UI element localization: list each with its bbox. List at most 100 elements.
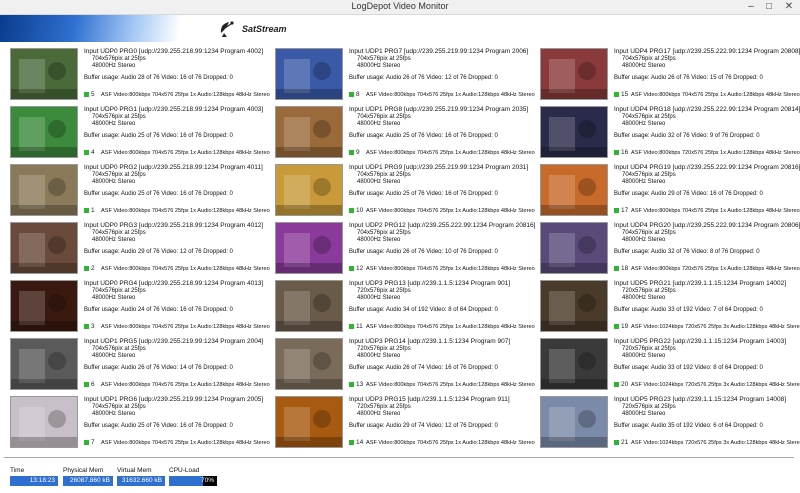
stream-thumbnail[interactable] <box>275 338 343 390</box>
stream-thumbnail[interactable] <box>275 106 343 158</box>
stream-audio: 48000Hz Stereo <box>92 63 136 69</box>
stream-status-line: 4 ASF Video:800kbps 704x576 25fps 1x Audi… <box>84 149 270 157</box>
stream-info: Input UDP4 PRG20 [udp://239.255.222.99:1… <box>614 222 800 256</box>
stream-thumbnail[interactable] <box>275 222 343 274</box>
stream-format: ASF Video:1024kbps 720x576 25fps 3x Audi… <box>631 324 800 330</box>
status-ok-icon <box>349 440 354 446</box>
stream-thumbnail[interactable] <box>10 280 78 332</box>
stream-info: Input UDP2 PRG12 [udp://239.255.222.99:1… <box>349 222 539 256</box>
status-ok-icon <box>349 208 354 214</box>
stream-audio: 48000Hz Stereo <box>622 411 666 417</box>
stream-number: 17 <box>621 207 629 214</box>
maximize-button[interactable]: □ <box>760 0 778 13</box>
stream-resolution: 704x576pix at 25fps <box>92 56 146 62</box>
stream-status-line: 6 ASF Video:800kbps 704x576 25fps 1x Audi… <box>84 381 270 389</box>
stream-audio: 48000Hz Stereo <box>92 295 136 301</box>
stream-panel[interactable]: Input UDP3 PRG14 [udp://239.1.1.5:1234 P… <box>275 338 537 396</box>
stream-number: 4 <box>91 149 95 156</box>
stream-buffer: Buffer usage: Audio 35 of 192 Video: 6 o… <box>614 423 763 429</box>
video-frame-icon <box>276 339 342 389</box>
stream-thumbnail[interactable] <box>275 280 343 332</box>
video-frame-icon <box>541 107 607 157</box>
stream-panel[interactable]: Input UDP5 PRG21 [udp://239.1.1.15:1234 … <box>540 280 800 338</box>
stream-thumbnail[interactable] <box>10 396 78 448</box>
stream-format: ASF Video:800kbps 704x576 25fps 1x Audio… <box>101 440 270 446</box>
stream-number: 8 <box>356 91 360 98</box>
video-frame-icon <box>541 339 607 389</box>
stream-panel[interactable]: Input UDP1 PRG6 [udp://239.255.219.99:12… <box>10 396 272 454</box>
stream-input: Input UDP1 PRG7 [udp://239.255.219.99:12… <box>349 48 529 55</box>
stream-input: Input UDP0 PRG2 [udp://239.255.218.99:12… <box>84 164 263 171</box>
stream-resolution: 704x576pix at 25fps <box>92 346 146 352</box>
stream-thumbnail[interactable] <box>10 164 78 216</box>
status-ok-icon <box>614 266 619 272</box>
stream-number: 20 <box>621 381 629 388</box>
stream-panel[interactable]: Input UDP4 PRG17 [udp://239.255.222.99:1… <box>540 48 800 106</box>
stream-panel[interactable]: Input UDP4 PRG18 [udp://239.255.222.99:1… <box>540 106 800 164</box>
physical-mem-label: Physical Mem <box>63 467 104 474</box>
stream-format: ASF Video:800kbps 704x576 25fps 1x Audio… <box>366 150 535 156</box>
stream-panel[interactable]: Input UDP4 PRG20 [udp://239.255.222.99:1… <box>540 222 800 280</box>
stream-number: 12 <box>356 265 364 272</box>
time-box: 13:18:23 <box>10 476 58 486</box>
stream-thumbnail[interactable] <box>10 338 78 390</box>
stream-thumbnail[interactable] <box>275 164 343 216</box>
stream-info: Input UDP1 PRG6 [udp://239.255.219.99:12… <box>84 396 274 430</box>
stream-resolution: 720x576pix at 25fps <box>622 288 676 294</box>
stream-thumbnail[interactable] <box>10 222 78 274</box>
stream-panel[interactable]: Input UDP5 PRG23 [udp://239.1.1.15:1234 … <box>540 396 800 454</box>
virtual-mem-label: Virtual Mem <box>117 467 152 474</box>
stream-thumbnail[interactable] <box>10 48 78 100</box>
stream-info: Input UDP4 PRG18 [udp://239.255.222.99:1… <box>614 106 800 140</box>
minimize-button[interactable]: – <box>742 0 760 13</box>
stream-number: 15 <box>621 91 629 98</box>
stream-resolution: 704x576pix at 25fps <box>92 288 146 294</box>
stream-status-line: 3 ASF Video:800kbps 704x576 25fps 1x Audi… <box>84 323 270 331</box>
stream-panel[interactable]: Input UDP5 PRG22 [udp://239.1.1.15:1234 … <box>540 338 800 396</box>
stream-format: ASF Video:1024kbps 720x576 25fps 3x Audi… <box>631 440 800 446</box>
stream-resolution: 704x576pix at 25fps <box>92 230 146 236</box>
stream-input: Input UDP5 PRG23 [udp://239.1.1.15:1234 … <box>614 396 787 403</box>
stream-thumbnail[interactable] <box>540 338 608 390</box>
stream-thumbnail[interactable] <box>275 48 343 100</box>
stream-thumbnail[interactable] <box>540 48 608 100</box>
stream-thumbnail[interactable] <box>540 396 608 448</box>
stream-panel[interactable]: Input UDP0 PRG0 [udp://239.255.218.99:12… <box>10 48 272 106</box>
stream-thumbnail[interactable] <box>540 164 608 216</box>
stream-panel[interactable]: Input UDP1 PRG8 [udp://239.255.219.99:12… <box>275 106 537 164</box>
stream-format: ASF Video:800kbps 704x576 25fps 1x Audio… <box>101 92 270 98</box>
stream-thumbnail[interactable] <box>540 106 608 158</box>
close-button[interactable]: ✕ <box>780 0 798 13</box>
stream-thumbnail[interactable] <box>540 280 608 332</box>
stream-info: Input UDP1 PRG8 [udp://239.255.219.99:12… <box>349 106 539 140</box>
stream-number: 14 <box>356 439 364 446</box>
stream-thumbnail[interactable] <box>540 222 608 274</box>
stream-resolution: 720x576pix at 25fps <box>357 288 411 294</box>
stream-audio: 48000Hz Stereo <box>92 179 136 185</box>
stream-status-line: 11 ASF Video:800kbps 704x576 25fps 1x Aud… <box>349 323 535 331</box>
stream-info: Input UDP0 PRG2 [udp://239.255.218.99:12… <box>84 164 274 198</box>
stream-panel[interactable]: Input UDP0 PRG3 [udp://239.255.218.99:12… <box>10 222 272 280</box>
stream-panel[interactable]: Input UDP0 PRG2 [udp://239.255.218.99:12… <box>10 164 272 222</box>
stream-panel[interactable]: Input UDP1 PRG7 [udp://239.255.219.99:12… <box>275 48 537 106</box>
status-ok-icon <box>349 324 354 330</box>
stream-input: Input UDP4 PRG17 [udp://239.255.222.99:1… <box>614 48 800 55</box>
stream-thumbnail[interactable] <box>275 396 343 448</box>
physical-mem-value: 26087.860 kB <box>69 477 110 484</box>
stream-format: ASF Video:800kbps 704x576 25fps 1x Audio… <box>631 208 800 214</box>
status-ok-icon <box>349 150 354 156</box>
stream-thumbnail[interactable] <box>10 106 78 158</box>
stream-buffer: Buffer usage: Audio 25 of 76 Video: 16 o… <box>84 423 233 429</box>
stream-panel[interactable]: Input UDP2 PRG12 [udp://239.255.222.99:1… <box>275 222 537 280</box>
video-frame-icon <box>276 397 342 447</box>
stream-resolution: 720x576pix at 25fps <box>357 404 411 410</box>
stream-input: Input UDP0 PRG4 [udp://239.255.218.99:12… <box>84 280 264 287</box>
stream-panel[interactable]: Input UDP0 PRG1 [udp://239.255.218.99:12… <box>10 106 272 164</box>
stream-panel[interactable]: Input UDP0 PRG4 [udp://239.255.218.99:12… <box>10 280 272 338</box>
stream-panel[interactable]: Input UDP3 PRG15 [udp://239.1.1.5:1234 P… <box>275 396 537 454</box>
video-frame-icon <box>541 281 607 331</box>
stream-panel[interactable]: Input UDP3 PRG13 [udp://239.1.1.5:1234 P… <box>275 280 537 338</box>
stream-panel[interactable]: Input UDP1 PRG5 [udp://239.255.219.99:12… <box>10 338 272 396</box>
stream-panel[interactable]: Input UDP1 PRG9 [udp://239.255.219.99:12… <box>275 164 537 222</box>
stream-panel[interactable]: Input UDP4 PRG19 [udp://239.255.222.99:1… <box>540 164 800 222</box>
